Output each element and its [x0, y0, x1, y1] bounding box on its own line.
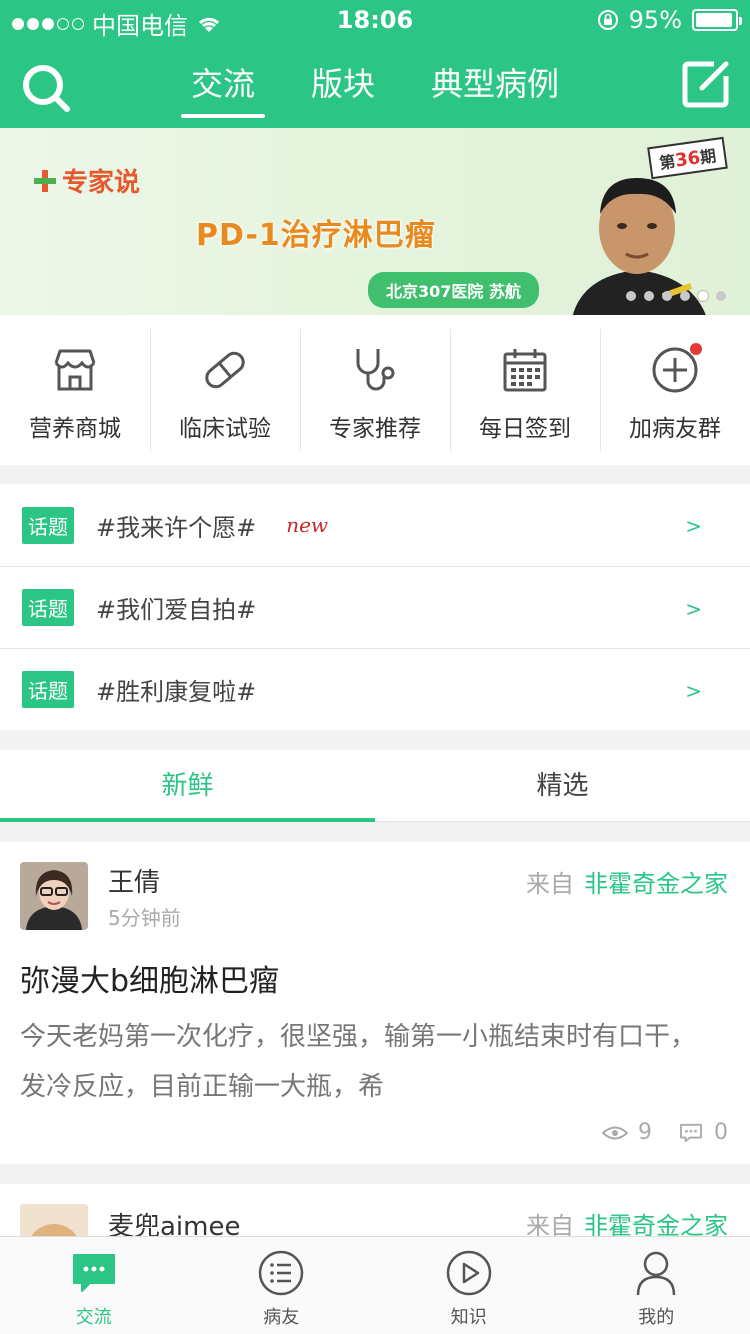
pager-dot[interactable] — [716, 291, 726, 301]
promo-banner[interactable]: 专家说 PD-1治疗淋巴瘤 北京307医院 苏航 第36期 — [0, 128, 750, 315]
quick-actions: 营养商城 临床试验 专家推荐 每日签到 加病友群 — [0, 315, 750, 465]
status-right: 95% — [597, 6, 742, 34]
view-count: 9 — [638, 1120, 652, 1145]
quick-item-expert-recommend[interactable]: 专家推荐 — [300, 315, 450, 465]
post-title[interactable]: 弥漫大b细胞淋巴瘤 — [20, 956, 279, 1000]
banner-headline: PD-1治疗淋巴瘤 — [196, 218, 436, 253]
pager-dot-active[interactable] — [698, 291, 708, 301]
topic-item[interactable]: 话题 #我们爱自拍# > — [0, 566, 750, 648]
chat-icon — [72, 1254, 115, 1292]
post-source: 来自 非霍奇金之家 — [526, 864, 728, 899]
header-nav: 交流 版块 典型病例 — [0, 40, 750, 128]
quick-label: 专家推荐 — [329, 416, 421, 442]
bottom-tab-knowledge[interactable]: 知识 — [375, 1237, 563, 1334]
bottom-tab-patients[interactable]: 病友 — [188, 1237, 376, 1334]
status-bar: 中国电信 18:06 95% — [0, 0, 750, 40]
shop-icon — [54, 349, 96, 391]
bottom-tab-me[interactable]: 我的 — [563, 1237, 750, 1334]
list-icon — [259, 1250, 304, 1296]
post-author[interactable]: 王倩 — [108, 862, 160, 899]
bottom-tab-communication[interactable]: 交流 — [0, 1237, 188, 1334]
app-root: 中国电信 18:06 95% 交流 版块 典型病例 专家说 PD-1治疗淋巴瘤 … — [0, 0, 750, 1334]
pager-dot[interactable] — [662, 291, 672, 301]
user-icon — [637, 1251, 676, 1296]
feed-tabs: 新鲜 精选 — [0, 750, 750, 822]
top-bar: 中国电信 18:06 95% 交流 版块 典型病例 — [0, 0, 750, 128]
quick-label: 每日签到 — [479, 416, 571, 442]
tab-typical-cases[interactable]: 典型病例 — [431, 62, 559, 106]
topic-badge: 话题 — [22, 589, 74, 626]
post-card[interactable]: 麦兜aimee 来自 非霍奇金之家 — [0, 1184, 750, 1244]
chevron-right-icon: > — [685, 597, 702, 621]
eye-icon — [602, 1126, 628, 1139]
post-source-label: 来自 — [526, 870, 574, 898]
banner-brand: 专家说 — [34, 162, 140, 199]
post-body[interactable]: 今天老妈第一次化疗，很坚强，输第一小瓶结束时有口干，发冷反应，目前正输一大瓶，希 — [20, 1012, 710, 1112]
add-circle-wrapper — [650, 343, 702, 395]
bottom-nav: 交流 病友 知识 我的 — [0, 1236, 750, 1334]
bottom-tab-label: 交流 — [75, 1307, 112, 1328]
topic-badge: 话题 — [22, 506, 74, 544]
tab-communication[interactable]: 交流 — [180, 62, 266, 118]
quick-label: 临床试验 — [179, 416, 271, 442]
bottom-tab-label: 我的 — [638, 1307, 675, 1328]
chevron-right-icon: > — [685, 679, 702, 703]
rotation-lock-icon — [597, 10, 618, 30]
banner-brand-text: 专家说 — [62, 168, 141, 198]
topic-list: 话题 #我来许个愿# new > 话题 #我们爱自拍# > 话题 #胜利康复啦#… — [0, 484, 750, 730]
bottom-tab-label: 病友 — [263, 1307, 300, 1328]
play-icon — [446, 1250, 491, 1296]
banner-hospital: 北京307医院 苏航 — [368, 272, 539, 308]
avatar[interactable] — [20, 862, 88, 930]
topic-title: #我来许个愿# — [96, 513, 257, 542]
plus-logo-icon — [34, 169, 56, 192]
pager-dot[interactable] — [644, 291, 654, 301]
calendar-icon — [503, 349, 547, 392]
tab-sections[interactable]: 版块 — [311, 62, 375, 106]
post-time: 5分钟前 — [108, 906, 181, 930]
quick-item-nutrition-mall[interactable]: 营养商城 — [0, 315, 150, 465]
topic-title: #胜利康复啦# — [96, 678, 257, 706]
battery-icon — [692, 9, 742, 31]
pager-dot[interactable] — [626, 291, 636, 301]
quick-label: 营养商城 — [29, 416, 121, 442]
topic-item[interactable]: 话题 #胜利康复啦# > — [0, 648, 750, 730]
topic-badge: 话题 — [22, 671, 74, 708]
tab-featured[interactable]: 精选 — [375, 750, 750, 821]
quick-item-join-group[interactable]: 加病友群 — [600, 315, 750, 465]
pill-icon — [205, 351, 245, 389]
post-source-link[interactable]: 非霍奇金之家 — [584, 870, 728, 898]
compose-icon[interactable] — [680, 58, 732, 110]
comment-icon[interactable] — [678, 1123, 704, 1143]
tab-fresh[interactable]: 新鲜 — [0, 750, 375, 822]
quick-item-clinical-trial[interactable]: 临床试验 — [150, 315, 300, 465]
new-badge: new — [286, 513, 329, 537]
quick-label: 加病友群 — [629, 416, 721, 442]
pager-dot[interactable] — [680, 291, 690, 301]
comment-count: 0 — [714, 1120, 728, 1145]
topic-item[interactable]: 话题 #我来许个愿# new > — [0, 484, 750, 566]
post-card[interactable]: 王倩 5分钟前 来自 非霍奇金之家 弥漫大b细胞淋巴瘤 今天老妈第一次化疗，很坚强… — [0, 842, 750, 1164]
battery-percent: 95% — [628, 6, 682, 34]
bottom-tab-label: 知识 — [450, 1307, 487, 1328]
chevron-right-icon: > — [685, 514, 702, 538]
stethoscope-icon — [356, 349, 395, 391]
post-stats: 9 0 — [602, 1120, 728, 1145]
issue-number: 36 — [673, 147, 702, 172]
banner-pager — [626, 291, 726, 301]
notification-dot — [690, 343, 702, 355]
quick-item-daily-checkin[interactable]: 每日签到 — [450, 315, 600, 465]
topic-title: #我们爱自拍# — [96, 596, 257, 624]
header-tabs: 交流 版块 典型病例 — [0, 40, 750, 128]
